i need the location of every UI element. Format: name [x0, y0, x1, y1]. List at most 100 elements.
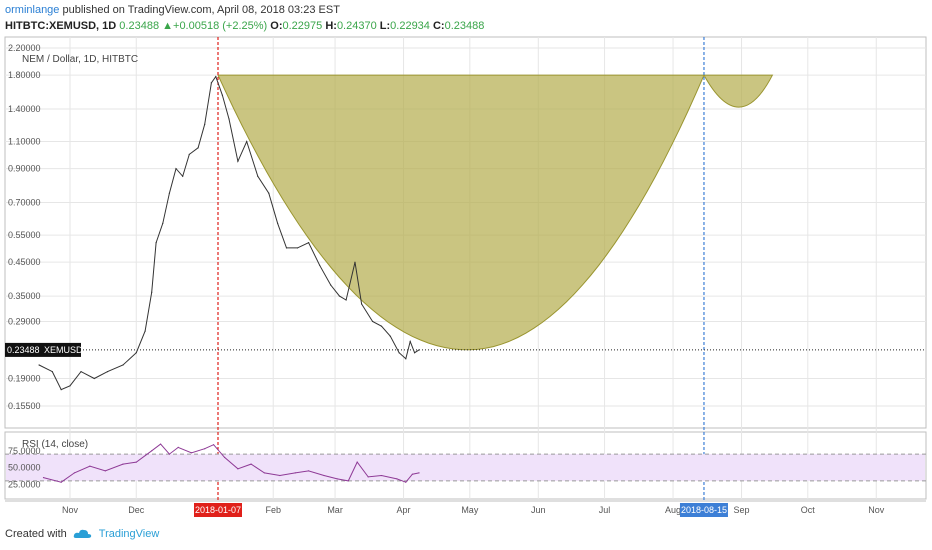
rsi-point: [347, 480, 349, 482]
y-tick-label: 0.90000: [8, 164, 41, 174]
price-point: [372, 320, 374, 323]
price-point: [319, 264, 321, 266]
x-tick-label: Nov: [868, 505, 885, 515]
y-tick-label: 1.40000: [8, 104, 41, 114]
rsi-point: [212, 444, 215, 446]
price-point: [360, 303, 363, 305]
price-point: [175, 168, 177, 170]
price-point: [228, 118, 230, 120]
y-tick-label: 0.55000: [8, 230, 41, 240]
rsi-point: [135, 461, 137, 463]
x-tick-label: Mar: [327, 505, 343, 515]
rsi-point: [151, 450, 153, 452]
y-tick-label: 0.15500: [8, 401, 41, 411]
rsi-point: [42, 476, 45, 479]
price-point: [135, 352, 137, 354]
rsi-point: [224, 456, 226, 459]
price-point: [155, 242, 157, 244]
x-tick-label: Jun: [531, 505, 546, 515]
price-point: [162, 222, 164, 224]
rsi-point: [367, 476, 369, 478]
price-point: [60, 389, 62, 391]
rsi-point: [89, 465, 91, 467]
x-tick-label: Feb: [265, 505, 281, 515]
last-price-value: 0.23488: [7, 345, 40, 355]
price-point: [257, 175, 259, 177]
price-point: [106, 371, 109, 373]
price-point: [418, 349, 420, 351]
price-point: [215, 75, 217, 78]
price-point: [413, 352, 416, 354]
chart-title: NEM / Dollar, 1D, HITBTC: [22, 54, 138, 65]
red-date-label: 2018-01-07: [195, 505, 241, 515]
y-tick-label: 0.70000: [8, 198, 41, 208]
price-point: [237, 160, 239, 162]
price-point: [151, 291, 153, 293]
rsi-point: [418, 472, 420, 474]
price-point: [38, 364, 40, 366]
price-point: [246, 140, 248, 143]
price-point: [197, 147, 199, 149]
price-chart[interactable]: 2.20000 1.80000 1.40000 1.10000 0.90000 0.700…: [0, 0, 932, 550]
price-point: [210, 82, 212, 84]
rsi-point: [323, 474, 325, 477]
x-tick-label: Oct: [801, 505, 816, 515]
rsi-y-tick-label: 25.0000: [8, 479, 41, 489]
rsi-point: [411, 473, 413, 475]
rsi-point: [336, 478, 338, 480]
y-tick-label: 2.20000: [8, 43, 41, 53]
tradingview-link[interactable]: TradingView: [99, 528, 160, 540]
handle-shape: [703, 74, 774, 108]
price-point: [188, 153, 190, 156]
price-point: [51, 371, 53, 373]
price-point: [93, 377, 95, 380]
rsi-point: [159, 443, 162, 445]
price-point: [285, 247, 288, 249]
y-tick-label: 0.45000: [8, 257, 41, 267]
price-point: [307, 242, 310, 244]
x-tick-label: Dec: [128, 505, 145, 515]
x-tick-label: Jul: [599, 505, 611, 515]
price-point: [330, 284, 332, 286]
price-point: [389, 335, 391, 337]
x-tick-label: May: [461, 505, 479, 515]
blue-date-label: 2018-08-15: [681, 505, 727, 515]
cup-shape: [217, 74, 705, 351]
y-tick-label: 0.35000: [8, 291, 41, 301]
rsi-point: [307, 470, 310, 472]
rsi-point: [204, 448, 206, 450]
price-point: [168, 192, 171, 194]
x-tick-label: Nov: [62, 505, 79, 515]
price-point: [409, 340, 411, 343]
price-point: [277, 222, 279, 224]
price-point: [69, 385, 71, 387]
y-tick-label: 0.29000: [8, 316, 41, 326]
last-price-series-label: XEMUSD: [44, 345, 83, 355]
rsi-point: [60, 481, 62, 483]
rsi-title: RSI (14, close): [22, 439, 88, 450]
rsi-point: [263, 472, 265, 474]
rsi-point: [405, 481, 407, 483]
price-point: [182, 175, 184, 177]
rsi-band: [6, 454, 925, 481]
created-with-text: Created with: [5, 528, 67, 540]
price-point: [221, 94, 224, 96]
footer: Created with TradingView: [5, 528, 159, 540]
price-point: [122, 364, 124, 366]
price-point: [296, 247, 299, 249]
price-point: [80, 371, 82, 373]
price-point: [354, 261, 356, 263]
y-tick-label: 0.19000: [8, 374, 41, 384]
y-tick-label: 1.10000: [8, 137, 41, 147]
rsi-y-tick-label: 50.0000: [8, 463, 41, 473]
y-tick-label: 1.80000: [8, 70, 41, 80]
rsi-point: [122, 463, 124, 465]
rsi-point: [168, 453, 171, 455]
rsi-point: [294, 472, 296, 474]
rsi-point: [237, 468, 239, 470]
price-point: [380, 325, 383, 327]
price-point: [398, 352, 400, 354]
rsi-point: [177, 446, 179, 448]
rsi-point: [73, 472, 76, 474]
x-tick-label: Sep: [734, 505, 750, 515]
